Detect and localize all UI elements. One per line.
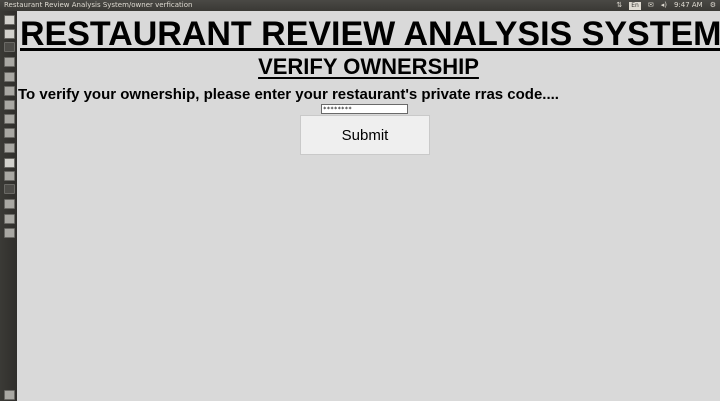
app-icon[interactable]: [4, 184, 15, 194]
mail-icon[interactable]: ✉: [648, 0, 654, 11]
app-icon[interactable]: [4, 57, 15, 67]
app-icon[interactable]: [4, 114, 15, 124]
app-icon[interactable]: [4, 143, 15, 153]
instruction-text: To verify your ownership, please enter y…: [18, 86, 559, 103]
app-icon[interactable]: [4, 72, 15, 82]
network-icon[interactable]: ⇅: [616, 0, 622, 11]
window-title: Restaurant Review Analysis System/owner …: [4, 1, 193, 9]
trash-icon[interactable]: [4, 390, 15, 400]
terminal-icon[interactable]: [4, 42, 15, 52]
system-tray: ⇅ En ✉ ◂) 9:47 AM ⚙: [616, 0, 716, 11]
app-icon[interactable]: [4, 100, 15, 110]
page-title: RESTAURANT REVIEW ANALYSIS SYSTEM: [20, 15, 720, 53]
files-icon[interactable]: [4, 29, 15, 39]
section-title: VERIFY OWNERSHIP: [258, 54, 479, 79]
clock[interactable]: 9:47 AM: [674, 0, 703, 11]
app-icon[interactable]: [4, 214, 15, 224]
app-icon[interactable]: [4, 86, 15, 96]
app-icon[interactable]: [4, 128, 15, 138]
app-icon[interactable]: [4, 228, 15, 238]
app-icon[interactable]: [4, 158, 15, 168]
power-gear-icon[interactable]: ⚙: [710, 0, 716, 11]
rras-code-input[interactable]: [321, 104, 408, 114]
top-panel: Restaurant Review Analysis System/owner …: [0, 0, 720, 11]
main-content: RESTAURANT REVIEW ANALYSIS SYSTEM VERIFY…: [17, 11, 720, 401]
keyboard-layout-indicator[interactable]: En: [629, 1, 641, 10]
volume-icon[interactable]: ◂): [661, 0, 667, 11]
app-icon[interactable]: [4, 199, 15, 209]
dash-home-icon[interactable]: [4, 15, 15, 25]
app-icon[interactable]: [4, 171, 15, 181]
launcher: [0, 11, 17, 401]
submit-button[interactable]: Submit: [300, 115, 430, 155]
